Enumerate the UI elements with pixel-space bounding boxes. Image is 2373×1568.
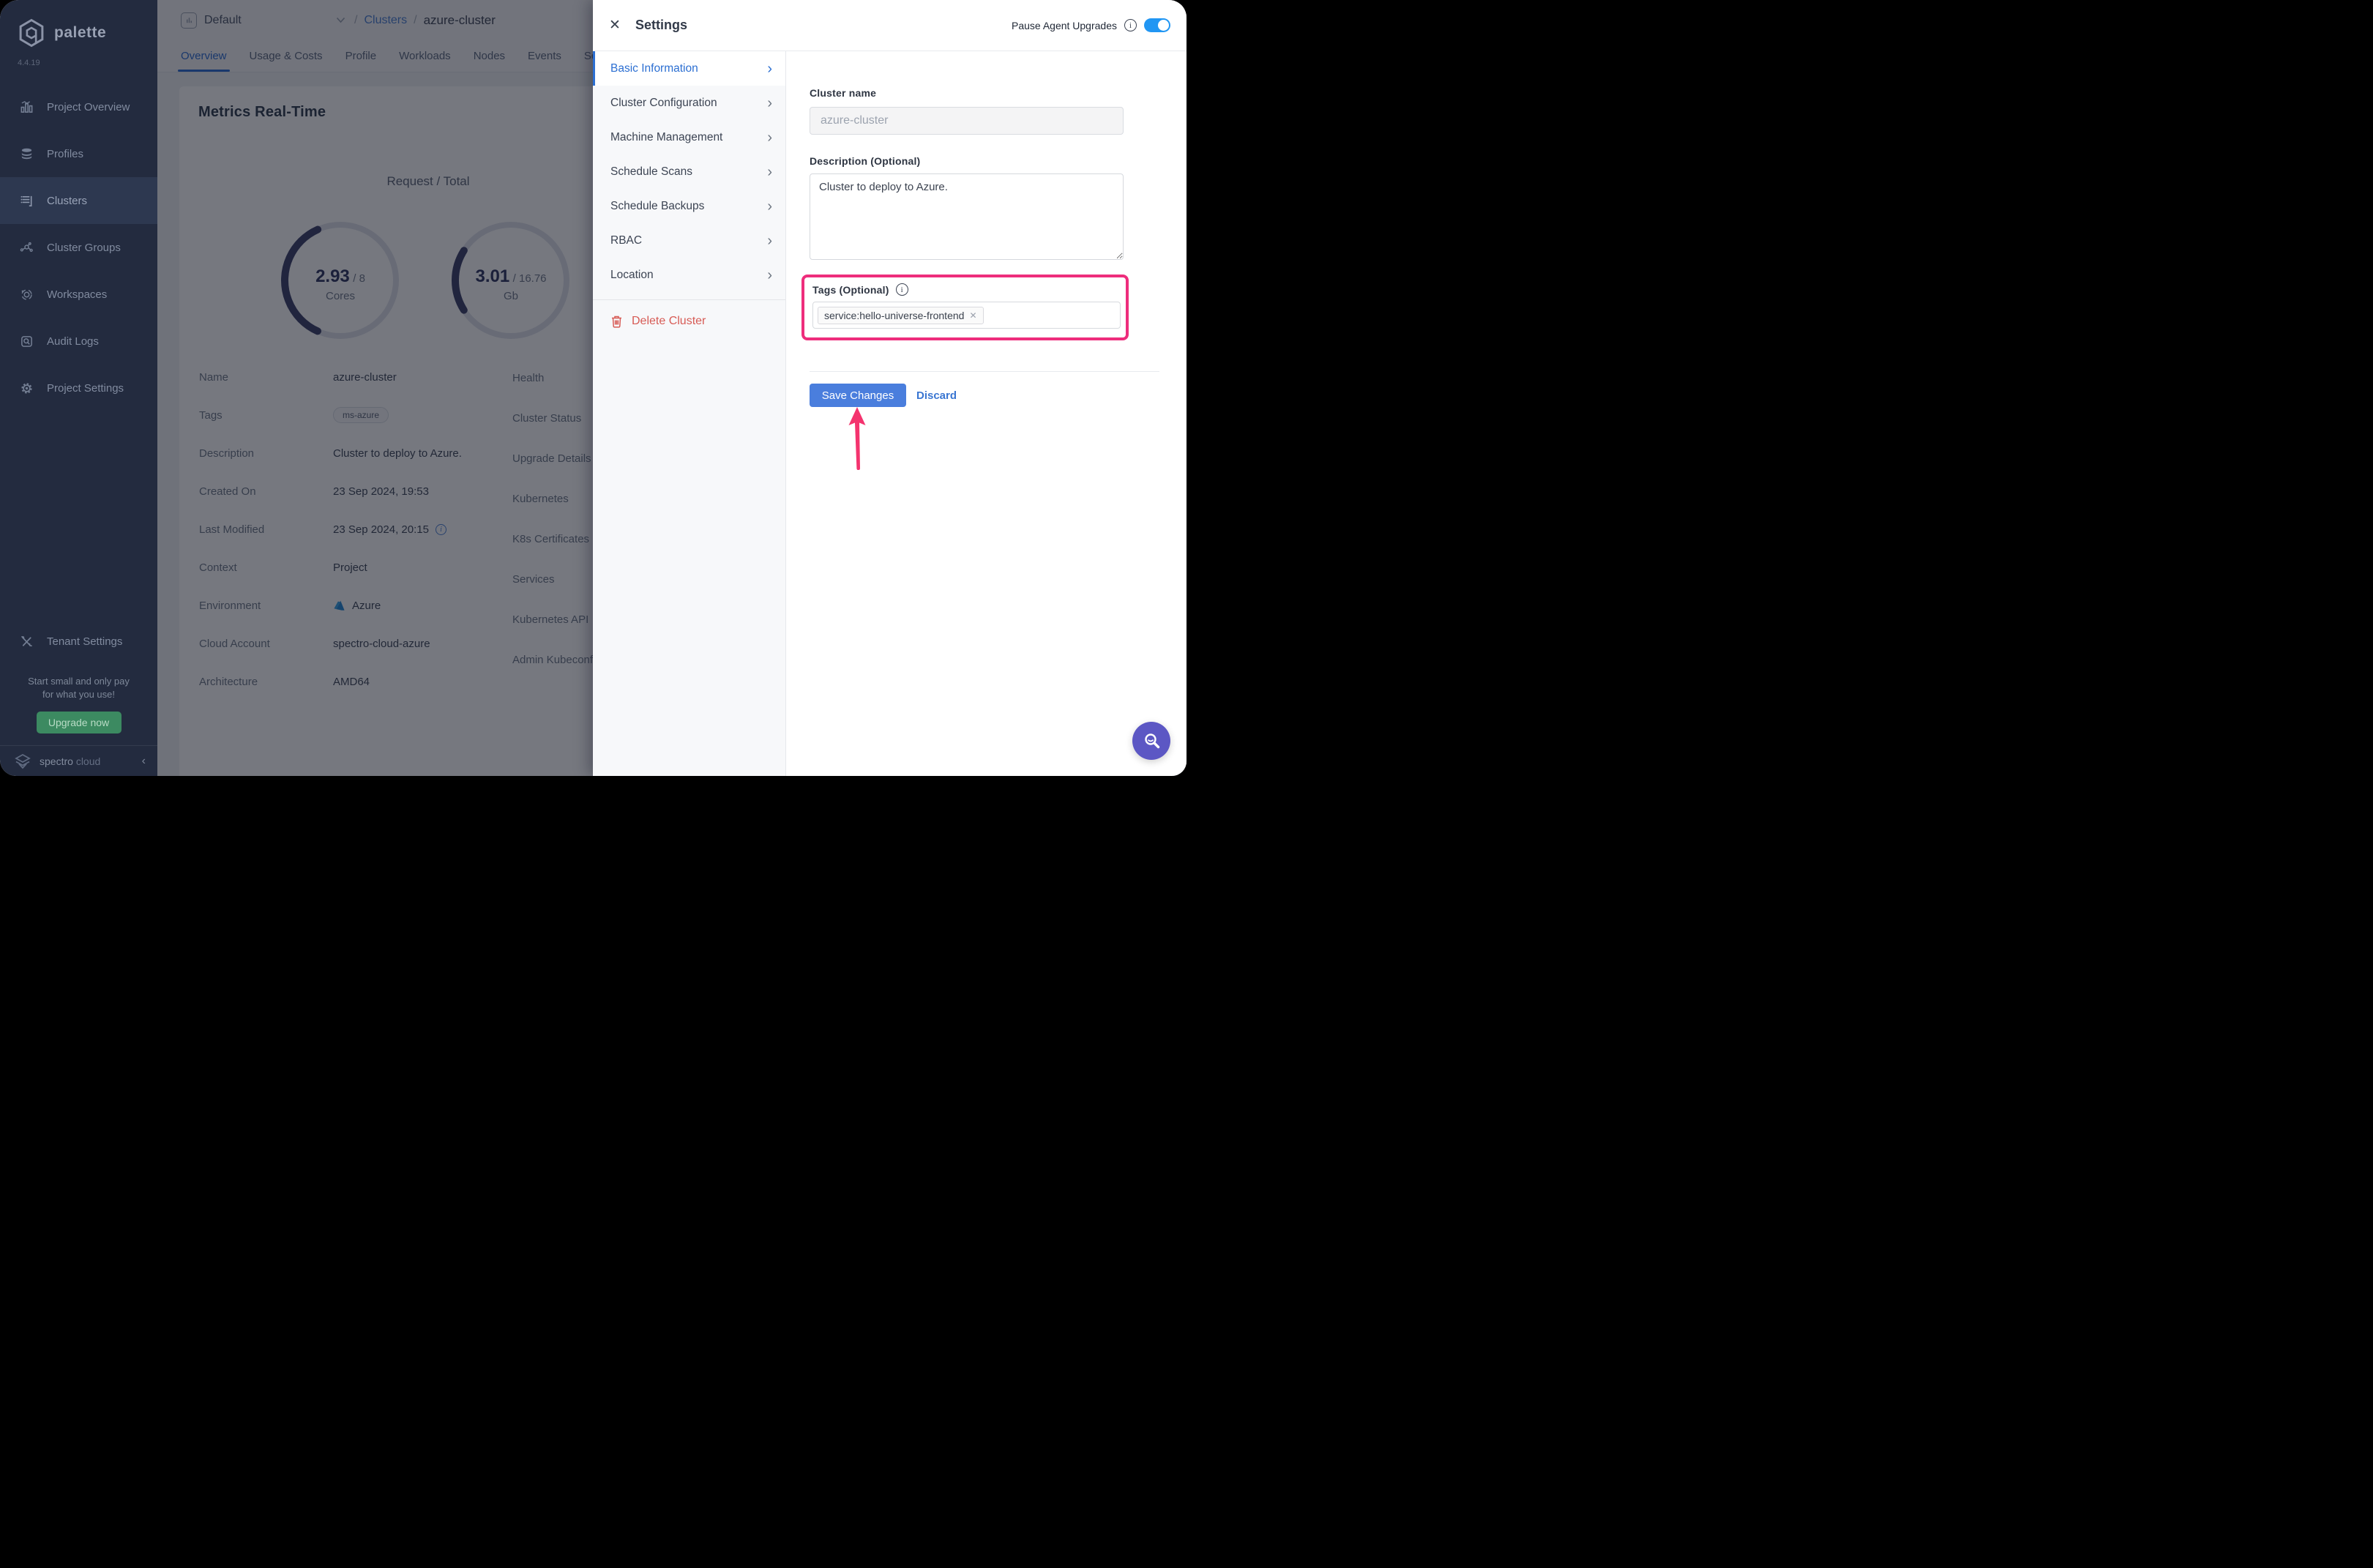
pause-agent-upgrades-toggle[interactable]	[1144, 18, 1170, 32]
tools-icon	[21, 635, 32, 646]
sidebar-footer: spectro cloud ‹	[0, 745, 157, 776]
app-window: palette 4.4.19 Project Overview Profiles…	[0, 0, 1186, 776]
spectro-cloud-logo-icon	[15, 753, 31, 769]
gear-icon	[21, 382, 32, 394]
info-icon[interactable]: i	[895, 283, 908, 296]
search-fab-button[interactable]	[1132, 722, 1170, 760]
delete-cluster-button[interactable]: Delete Cluster	[593, 305, 785, 338]
cluster-name-input[interactable]	[810, 107, 1124, 135]
sidebar-item-label: Workspaces	[47, 288, 108, 301]
sidebar-item-workspaces[interactable]: Workspaces	[0, 271, 157, 318]
settings-panel-header: ✕ Settings Pause Agent Upgrades i	[593, 0, 1186, 51]
chevron-right-icon: ›	[767, 60, 772, 77]
pause-agent-upgrades-label: Pause Agent Upgrades	[1012, 19, 1117, 31]
sidebar-item-label: Cluster Groups	[47, 241, 121, 254]
tag-chip: service:hello-universe-frontend ✕	[818, 306, 984, 324]
chevron-right-icon: ›	[767, 198, 772, 214]
sidebar-item-clusters[interactable]: Clusters	[0, 177, 157, 224]
settings-nav-schedule-scans[interactable]: Schedule Scans ›	[593, 154, 785, 189]
sidebar-footer-brand: spectro cloud	[40, 755, 101, 767]
sidebar-item-label: Audit Logs	[47, 335, 99, 348]
server-icon	[20, 195, 32, 206]
tags-label: Tags (Optional)	[812, 283, 889, 296]
settings-nav-rbac[interactable]: RBAC ›	[593, 223, 785, 258]
settings-nav-location[interactable]: Location ›	[593, 258, 785, 292]
chevron-right-icon: ›	[767, 266, 772, 283]
basic-information-form: Cluster name Description (Optional) Clus…	[786, 51, 1186, 776]
sidebar-item-cluster-groups[interactable]: Cluster Groups	[0, 224, 157, 271]
app-name: palette	[54, 24, 107, 41]
audit-icon	[21, 335, 32, 347]
tag-chip-label: service:hello-universe-frontend	[824, 309, 965, 321]
sidebar-item-audit-logs[interactable]: Audit Logs	[0, 318, 157, 365]
sidebar-item-label: Profiles	[47, 147, 84, 160]
settings-panel: ✕ Settings Pause Agent Upgrades i Basic …	[593, 0, 1186, 776]
search-icon	[1144, 733, 1159, 748]
chevron-right-icon: ›	[767, 232, 772, 249]
sidebar: palette 4.4.19 Project Overview Profiles…	[0, 0, 157, 776]
sidebar-item-label: Tenant Settings	[47, 635, 123, 648]
settings-title: Settings	[635, 18, 688, 32]
sidebar-nav: Project Overview Profiles Clusters Clust…	[0, 83, 157, 411]
save-changes-button[interactable]: Save Changes	[810, 384, 906, 407]
sidebar-item-profiles[interactable]: Profiles	[0, 130, 157, 177]
settings-nav: Basic Information › Cluster Configuration…	[593, 51, 786, 776]
cluster-name-label: Cluster name	[810, 87, 877, 99]
settings-nav-cluster-configuration[interactable]: Cluster Configuration ›	[593, 86, 785, 120]
settings-nav-machine-management[interactable]: Machine Management ›	[593, 120, 785, 154]
sidebar-item-label: Project Overview	[47, 100, 130, 113]
trash-icon	[612, 316, 621, 328]
bar-chart-icon	[20, 100, 33, 113]
sidebar-item-label: Clusters	[47, 194, 88, 207]
collapse-sidebar-icon[interactable]: ‹	[142, 755, 146, 768]
discard-button[interactable]: Discard	[916, 389, 957, 402]
upgrade-now-button[interactable]: Upgrade now	[36, 712, 122, 733]
settings-nav-basic-information[interactable]: Basic Information ›	[593, 51, 785, 86]
remove-tag-icon[interactable]: ✕	[969, 310, 976, 321]
chevron-right-icon: ›	[767, 129, 772, 146]
chevron-right-icon: ›	[767, 163, 772, 180]
sidebar-item-label: Project Settings	[47, 381, 124, 395]
form-divider	[810, 371, 1159, 372]
layers-icon	[21, 148, 32, 159]
close-icon[interactable]: ✕	[609, 17, 629, 34]
upgrade-promo-text: Start small and only pay for what you us…	[28, 676, 130, 700]
chevron-right-icon: ›	[767, 94, 772, 111]
palette-logo-icon	[19, 18, 44, 48]
network-icon	[20, 242, 33, 252]
description-textarea[interactable]: Cluster to deploy to Azure.	[810, 173, 1124, 260]
app-version: 4.4.19	[18, 59, 40, 67]
tags-highlight-annotation: Tags (Optional) i service:hello-universe…	[801, 275, 1129, 340]
sidebar-item-tenant-settings[interactable]: Tenant Settings	[0, 618, 157, 665]
annotation-arrow-up	[848, 407, 866, 470]
description-label: Description (Optional)	[810, 155, 921, 167]
info-icon[interactable]: i	[1124, 19, 1137, 31]
tags-input[interactable]: service:hello-universe-frontend ✕	[812, 302, 1121, 329]
settings-nav-schedule-backups[interactable]: Schedule Backups ›	[593, 189, 785, 223]
orbit-icon	[21, 288, 32, 300]
sidebar-item-project-settings[interactable]: Project Settings	[0, 365, 157, 411]
brand: palette	[0, 0, 157, 48]
sidebar-item-project-overview[interactable]: Project Overview	[0, 83, 157, 130]
